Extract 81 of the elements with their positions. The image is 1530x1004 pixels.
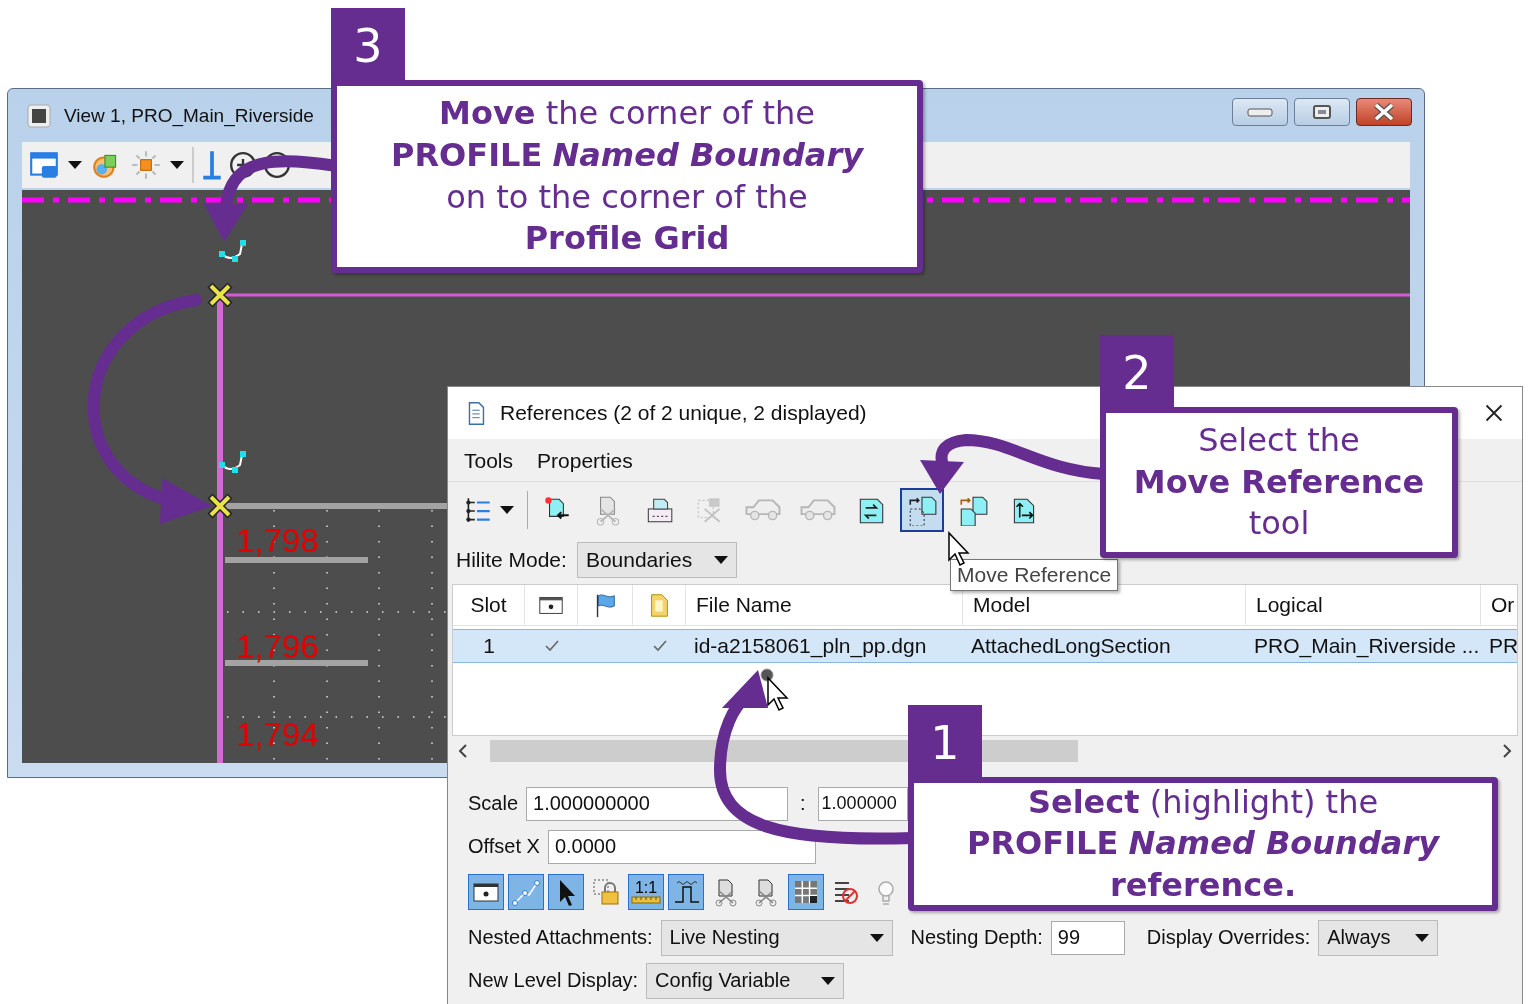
step-number: 2 xyxy=(1100,335,1174,411)
maximize-icon xyxy=(1312,103,1332,120)
handle-icon xyxy=(219,240,246,262)
nesting-depth-field[interactable]: 99 xyxy=(1050,920,1125,955)
ruler-icon xyxy=(631,896,661,904)
column-header[interactable]: Model xyxy=(973,593,1031,617)
handle-icon xyxy=(219,451,246,473)
toolbar-button[interactable] xyxy=(900,488,944,532)
car-back-icon xyxy=(800,499,836,521)
toggle-button[interactable] xyxy=(668,874,704,910)
nested-attachments-label: Nested Attachments: xyxy=(468,926,653,949)
callout-text: Move the corner of the PROFILE Named Boundary on to the corner of the Profile Grid xyxy=(391,93,863,260)
check-mark-icon[interactable] xyxy=(544,640,559,652)
caret-icon xyxy=(713,556,728,564)
nesting-depth-label: Nesting Depth: xyxy=(910,926,1043,949)
table-cell: id-a2158061_pln_pp.dgn xyxy=(694,634,927,658)
click-marker-icon xyxy=(760,668,774,682)
column-header[interactable]: Logical xyxy=(1256,593,1323,617)
new-level-display-label: New Level Display: xyxy=(468,969,639,992)
table-cell: PRO_Main_Riverside ... xyxy=(1254,634,1480,658)
nested-attachments-dropdown[interactable]: Live Nesting xyxy=(660,919,893,956)
tooltip: Move Reference xyxy=(950,559,1119,591)
close-icon xyxy=(1373,102,1395,121)
column-header[interactable]: Or xyxy=(1491,593,1515,617)
path-icon xyxy=(511,877,541,907)
callout-text: Select (highlight) the PROFILE Named Boundary reference. xyxy=(967,781,1439,906)
caret-icon xyxy=(500,506,514,514)
window-title: View 1, PRO_Main_Riverside xyxy=(64,104,314,127)
caret-icon xyxy=(170,161,184,170)
snap-point-icon xyxy=(206,281,234,309)
mouse-pointer-icon xyxy=(767,676,789,711)
maximize-button[interactable] xyxy=(1294,97,1350,126)
fit-view-icon xyxy=(202,150,222,181)
elevation-label: 1,794 xyxy=(236,716,319,753)
toggle-button[interactable] xyxy=(508,874,544,910)
column-header[interactable]: Slot xyxy=(470,593,507,617)
check-mark-icon[interactable] xyxy=(652,640,667,652)
elevation-label: 1,798 xyxy=(236,522,319,559)
caret-icon xyxy=(1415,933,1430,942)
mouse-pointer-icon xyxy=(948,531,970,566)
minimize-button[interactable] xyxy=(1232,97,1288,126)
caret-icon xyxy=(68,161,82,170)
ratio-separator: : xyxy=(799,792,807,815)
menu-item[interactable]: Properties xyxy=(531,447,639,475)
elevation-label: 1,796 xyxy=(236,628,319,665)
car-icon xyxy=(745,499,781,521)
table-cell: 1 xyxy=(483,634,495,658)
table-cell: PR xyxy=(1489,634,1517,658)
dialog-title: References (2 of 2 unique, 2 displayed) xyxy=(500,401,868,425)
menu-item[interactable]: Tools xyxy=(458,447,520,475)
move-icon xyxy=(906,494,938,526)
light-icon xyxy=(130,149,162,182)
caret-icon xyxy=(869,933,884,942)
scale-field[interactable]: 1.000000 xyxy=(817,786,908,821)
scale-field[interactable]: 1.000000000 xyxy=(526,786,789,821)
offset-label: Offset X xyxy=(468,835,540,858)
hilite-mode-dropdown[interactable]: Boundaries xyxy=(576,542,737,578)
scale-label: Scale xyxy=(468,792,519,815)
toggle-button[interactable] xyxy=(548,874,584,910)
minimize-icon xyxy=(1246,105,1274,118)
step-number: 1 xyxy=(908,705,982,781)
toggle-button[interactable] xyxy=(788,874,824,910)
callout-text: Select the Move Reference tool xyxy=(1133,420,1425,545)
zoom-in-icon xyxy=(230,152,256,179)
new-level-display-dropdown[interactable]: Config Variable xyxy=(646,962,845,999)
toggle-button[interactable]: 1:1 xyxy=(628,874,664,910)
display-overrides-dropdown[interactable]: Always xyxy=(1318,919,1439,956)
column-header[interactable]: File Name xyxy=(696,593,792,617)
hilite-mode-label: Hilite Mode: xyxy=(456,548,567,572)
table-row[interactable]: 1 id-a2158061_pln_pp.dgn AttachedLongSection PRO_Main_Riverside ... PR xyxy=(453,629,1517,663)
toggle-button[interactable] xyxy=(468,874,504,910)
display-overrides-label: Display Overrides: xyxy=(1146,926,1311,949)
caret-icon xyxy=(821,976,836,985)
offset-field[interactable]: 0.0000 xyxy=(547,829,816,864)
lock-icon xyxy=(591,877,621,907)
step-number: 3 xyxy=(331,8,405,84)
table-cell: AttachedLongSection xyxy=(971,634,1171,658)
zoom-out-icon xyxy=(264,152,290,179)
copy-icon xyxy=(957,494,989,526)
snap-point-icon xyxy=(206,492,234,520)
close-button[interactable] xyxy=(1356,97,1412,126)
